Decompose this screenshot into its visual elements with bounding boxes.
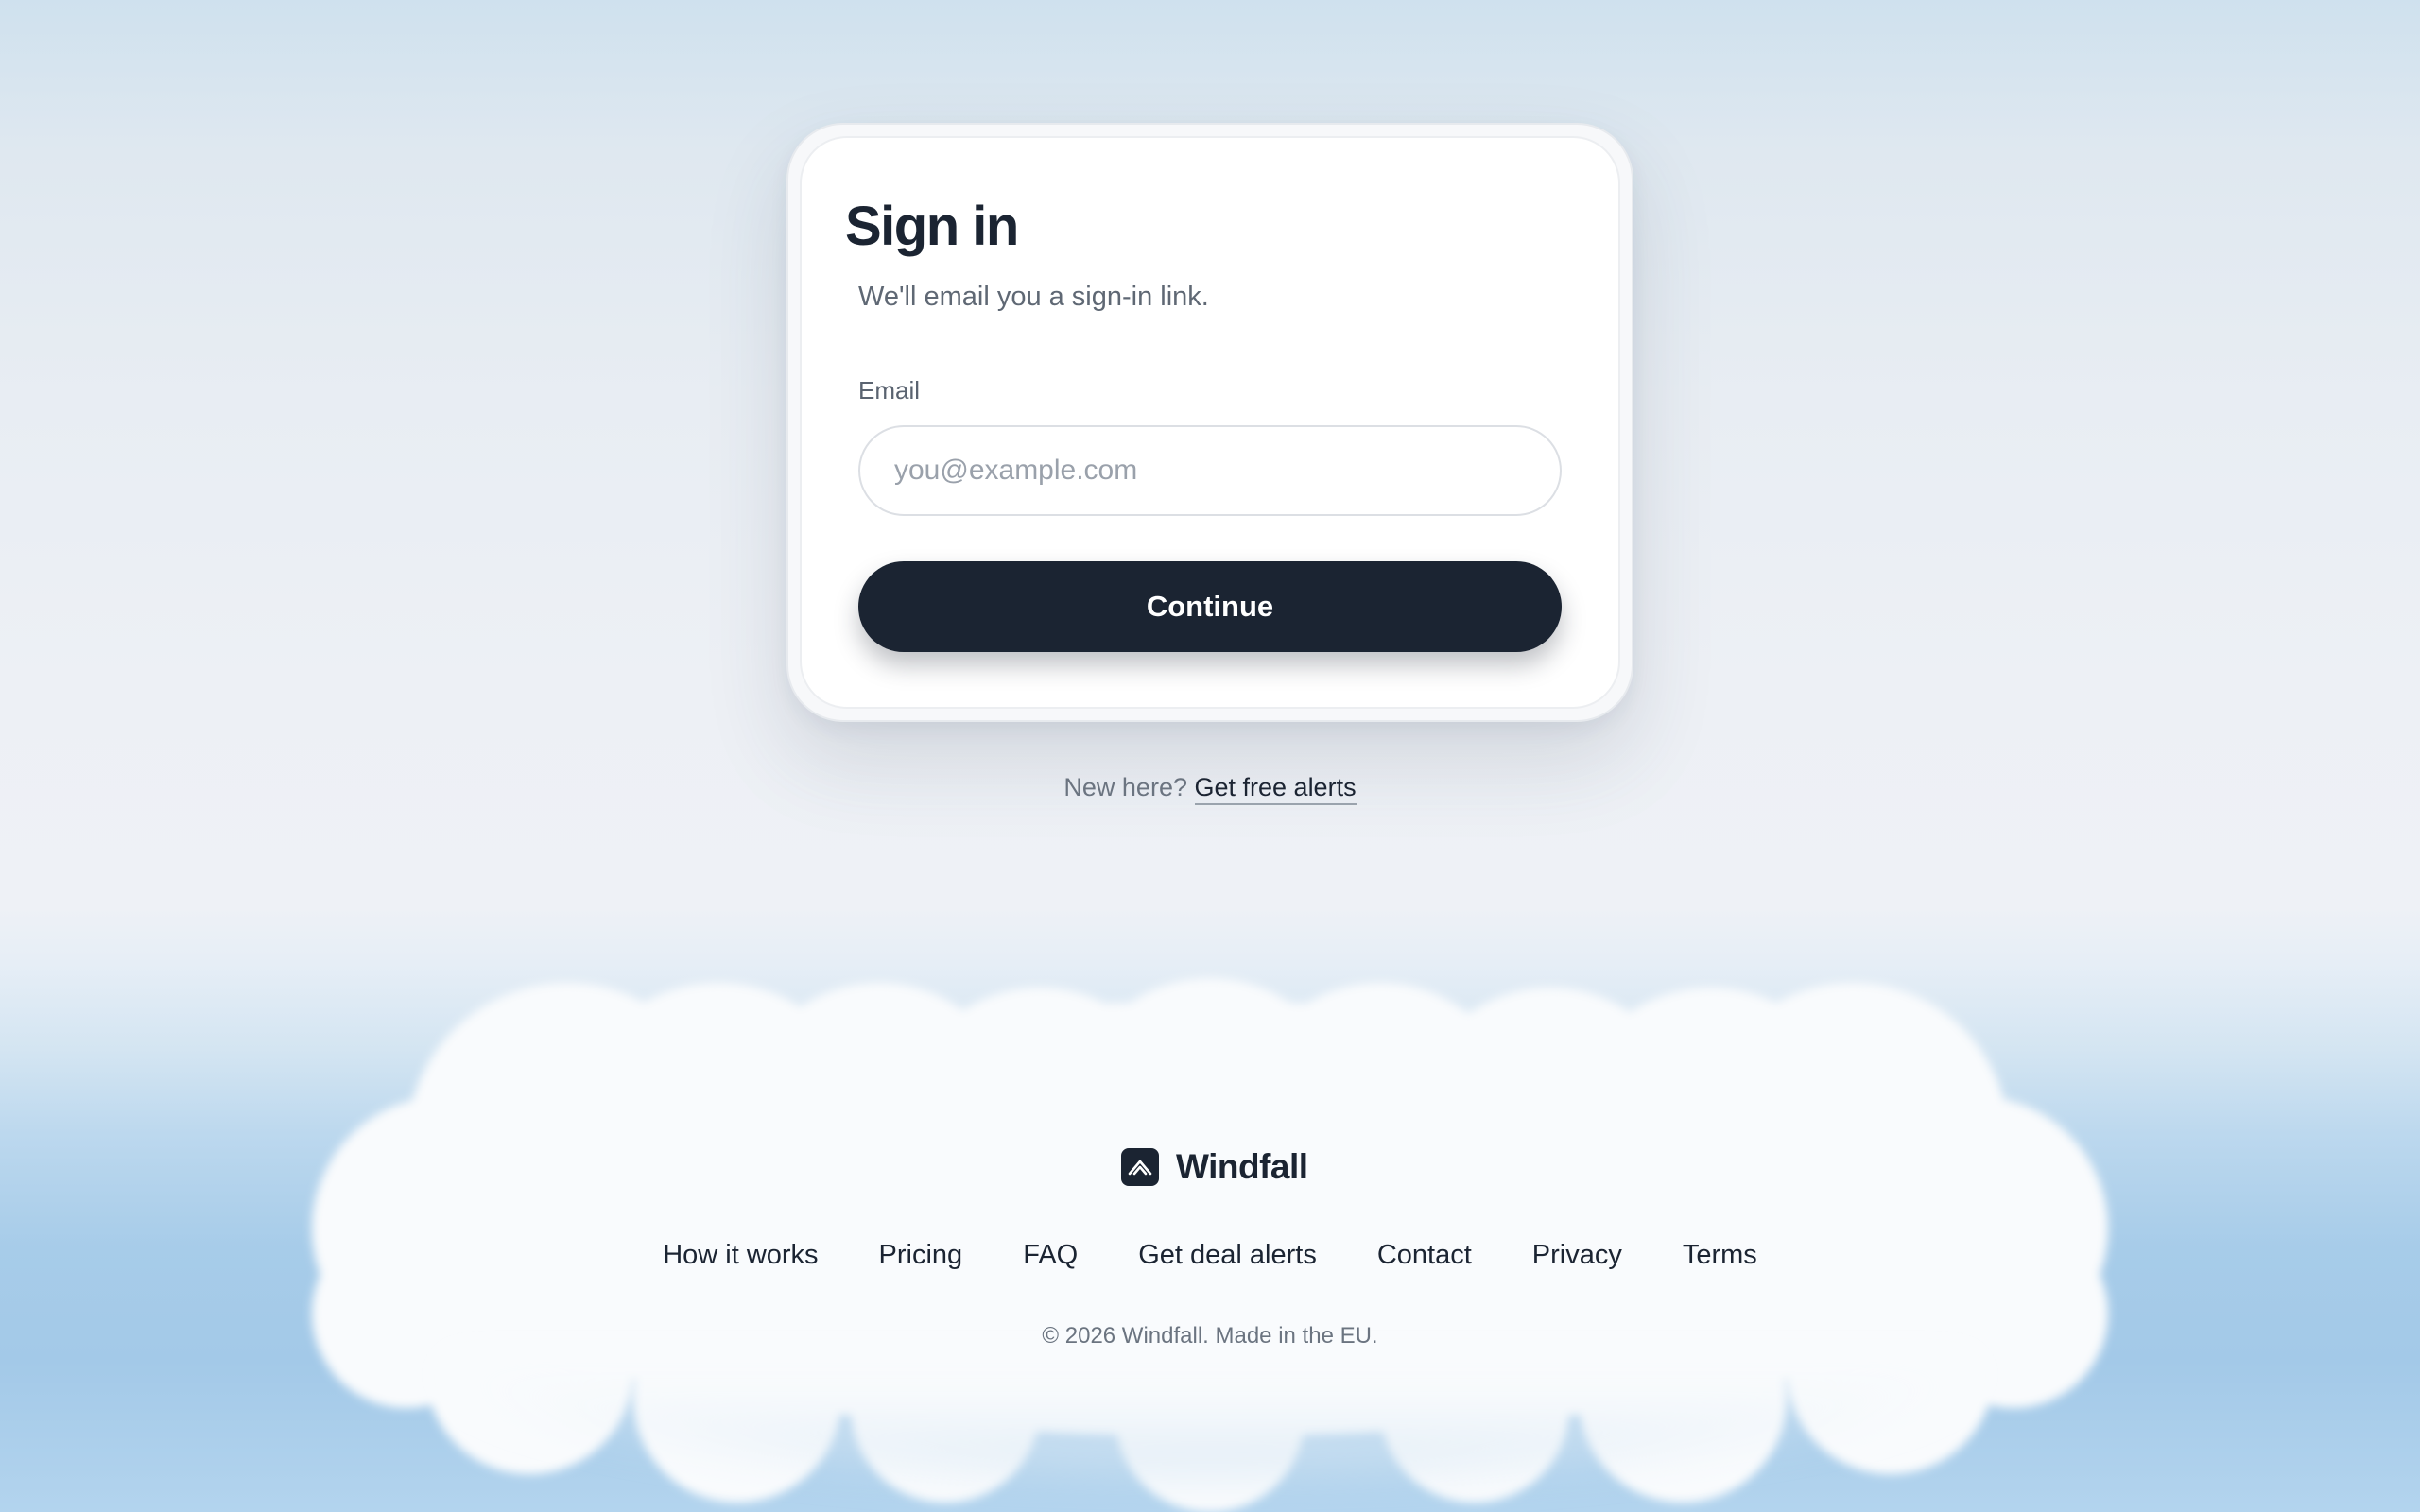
brand-name: Windfall <box>1176 1147 1308 1186</box>
footer-link-terms[interactable]: Terms <box>1683 1234 1757 1276</box>
signin-subtitle: We'll email you a sign-in link. <box>858 282 1209 312</box>
signin-title: Sign in <box>845 196 1019 257</box>
copyright-text: © 2026 Windfall. Made in the EU. <box>1042 1323 1378 1349</box>
signup-prompt-text: New here? <box>1063 773 1187 801</box>
footer-link-how-it-works[interactable]: How it works <box>663 1234 818 1276</box>
footer-nav: How it works Pricing FAQ Get deal alerts… <box>0 1234 2420 1276</box>
get-free-alerts-link[interactable]: Get free alerts <box>1194 773 1357 805</box>
windfall-logo-icon <box>1121 1148 1159 1186</box>
continue-button[interactable]: Continue <box>858 561 1562 652</box>
email-input[interactable] <box>858 425 1562 516</box>
footer-link-faq[interactable]: FAQ <box>1023 1234 1078 1276</box>
footer-link-get-deal-alerts[interactable]: Get deal alerts <box>1138 1234 1317 1276</box>
footer-link-privacy[interactable]: Privacy <box>1532 1234 1622 1276</box>
footer-link-pricing[interactable]: Pricing <box>879 1234 963 1276</box>
footer-brand[interactable]: Windfall <box>1121 1146 1308 1188</box>
email-label: Email <box>858 376 921 404</box>
footer-link-contact[interactable]: Contact <box>1377 1234 1472 1276</box>
signup-prompt: New here? Get free alerts <box>0 767 2420 807</box>
